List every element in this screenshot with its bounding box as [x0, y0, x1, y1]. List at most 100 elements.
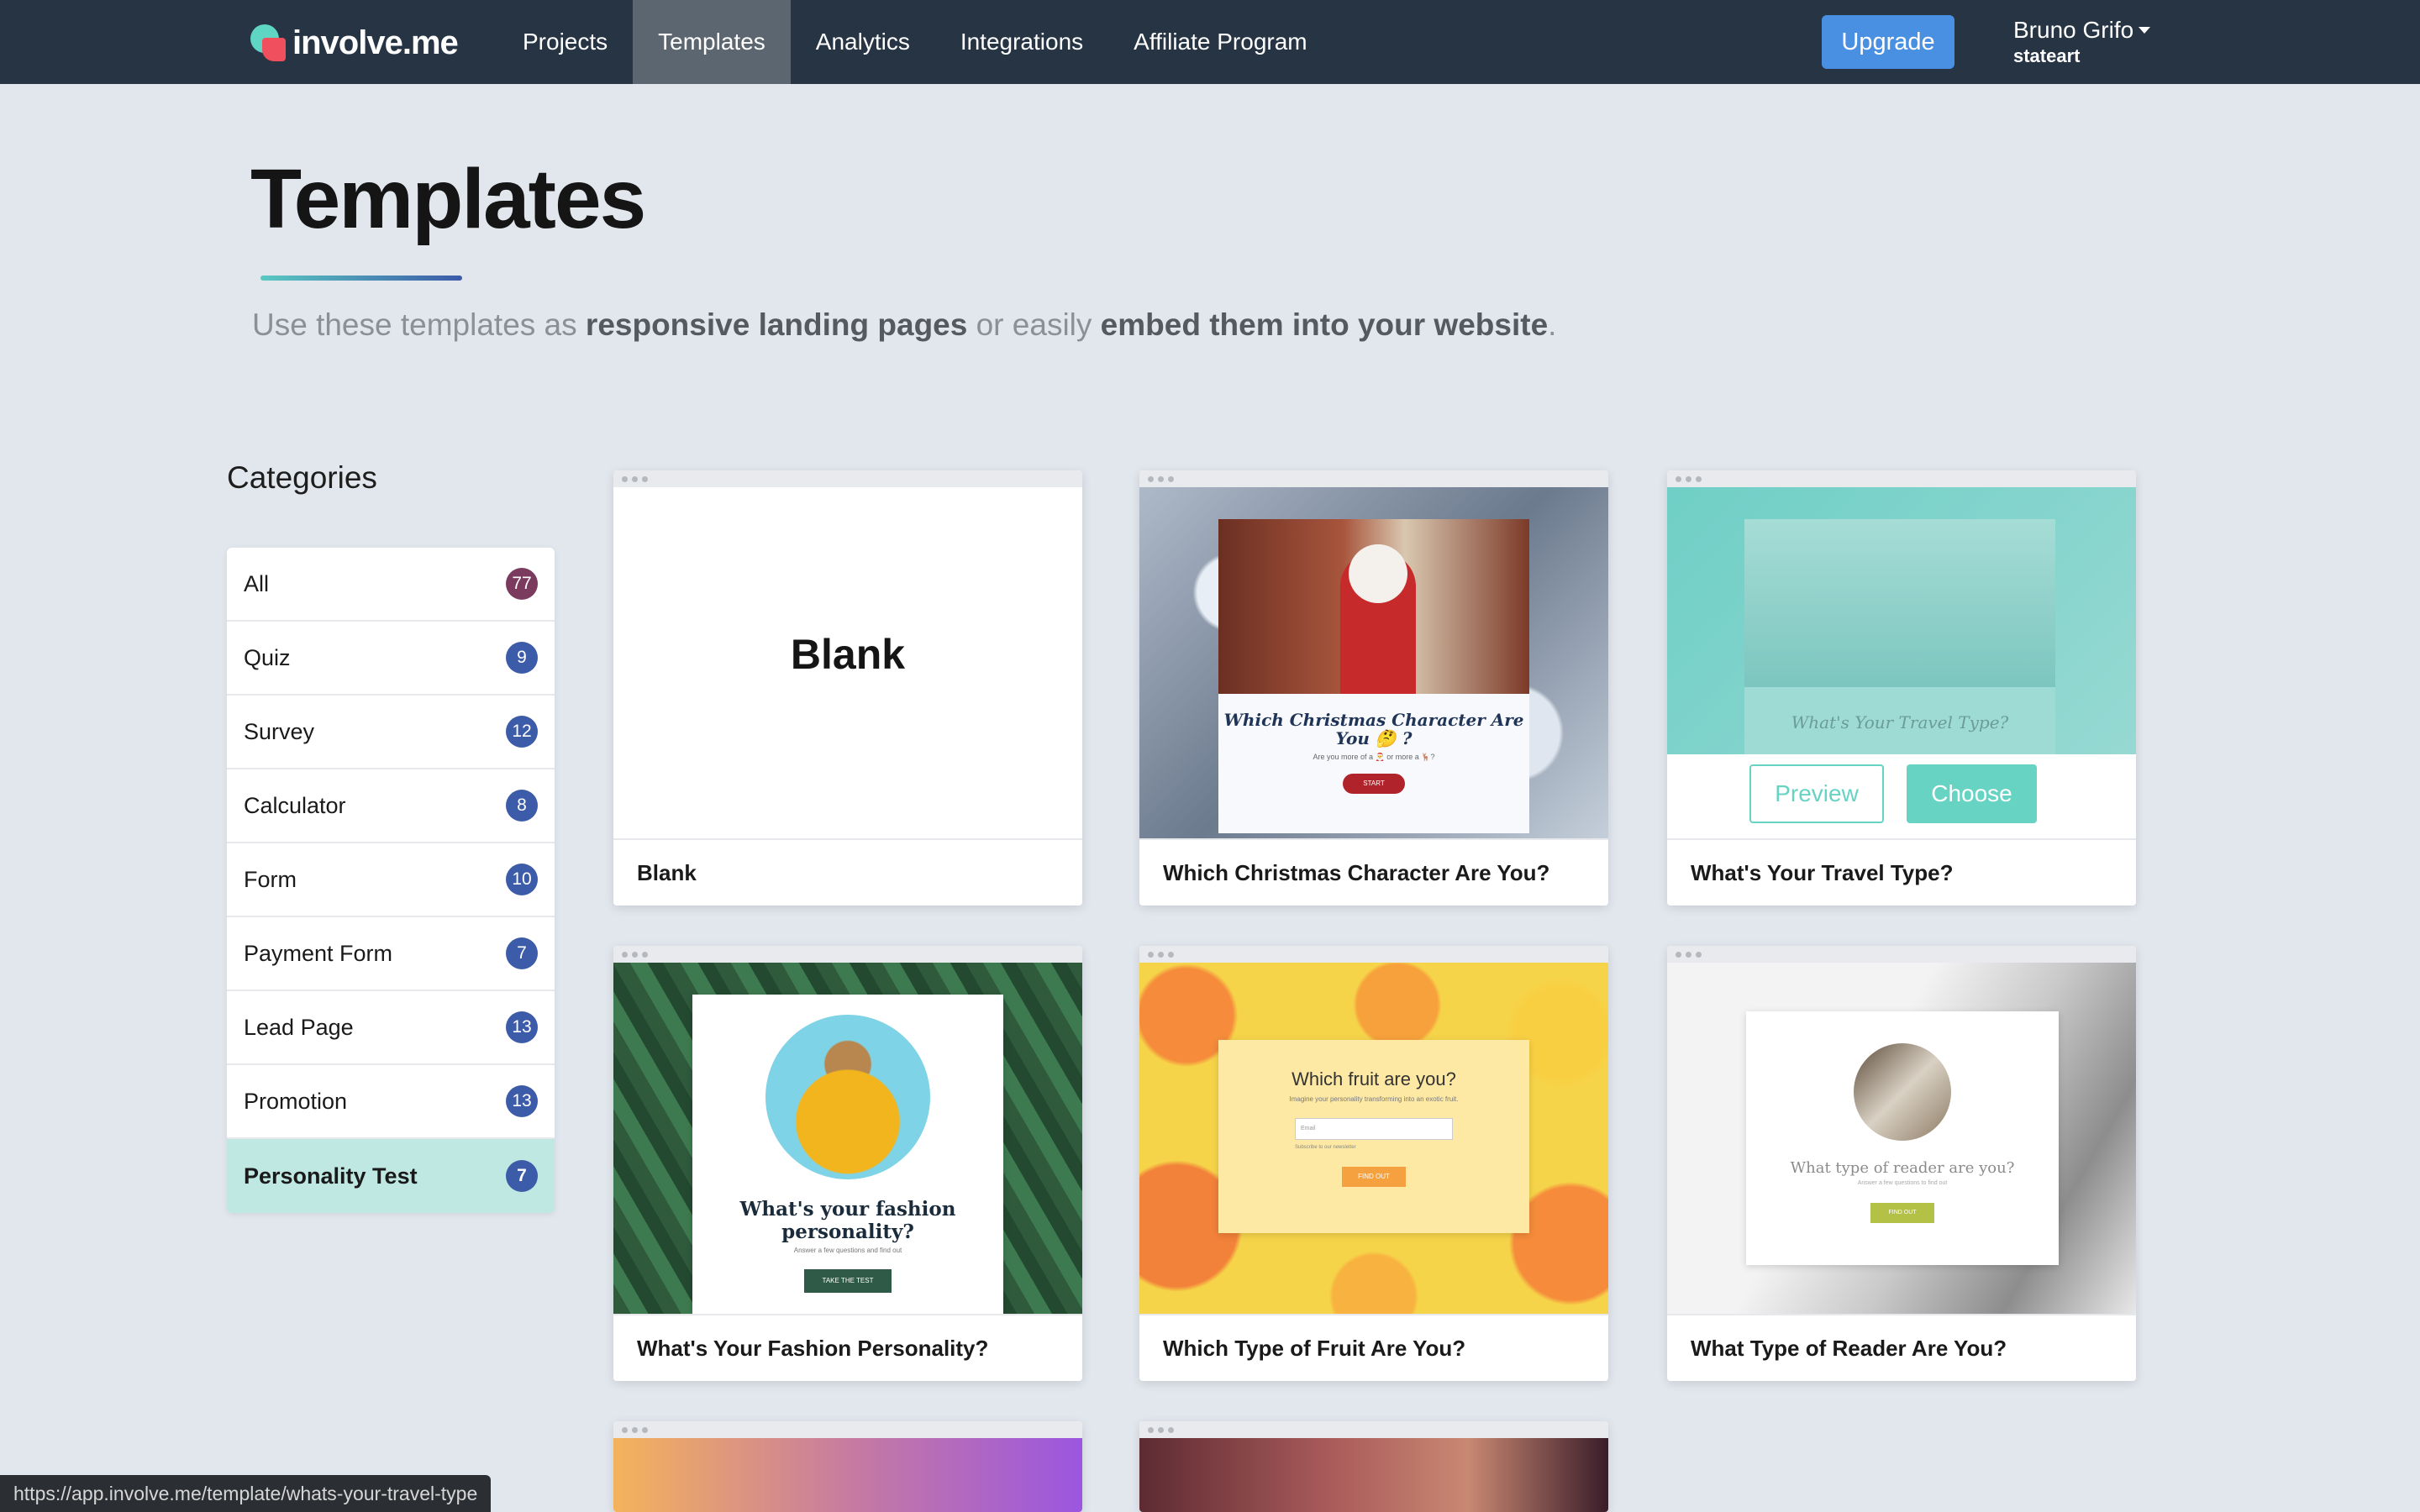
- choose-button[interactable]: Choose: [1907, 764, 2037, 823]
- thumbnail-title: Which Christmas Character Are You 🤔 ?: [1223, 710, 1524, 748]
- template-thumbnail[interactable]: What's Your Travel Type? Preview Choose: [1667, 487, 2136, 838]
- top-navbar: involve.me Projects Templates Analytics …: [0, 0, 2420, 84]
- thumbnail-subtitle: Imagine your personality transforming in…: [1289, 1095, 1459, 1103]
- browser-bar: [613, 1421, 1082, 1438]
- category-count-badge: 13: [506, 1011, 538, 1043]
- template-card-blank[interactable]: Blank Blank: [613, 470, 1082, 906]
- thumbnail-checkbox-label: Subscribe to our newsletter: [1295, 1145, 1356, 1150]
- subtitle-part-2: or easily: [967, 307, 1101, 342]
- user-workspace: stateart: [2013, 45, 2081, 66]
- caret-down-icon: [2139, 27, 2151, 34]
- nav-item-analytics[interactable]: Analytics: [791, 0, 935, 84]
- browser-bar: [1139, 946, 1608, 963]
- template-thumbnail[interactable]: Which Christmas Character Are You 🤔 ? Ar…: [1139, 487, 1608, 838]
- thumbnail-start-button: TAKE THE TEST: [804, 1269, 892, 1293]
- thumbnail-title: What's your fashion personality?: [739, 1198, 956, 1243]
- category-label: Quiz: [244, 644, 291, 670]
- thumbnail-start-button: FIND OUT: [1870, 1203, 1934, 1223]
- category-label: Promotion: [244, 1088, 348, 1114]
- thumbnail-start-button: FIND OUT: [1342, 1167, 1406, 1187]
- page-subtitle: Use these templates as responsive landin…: [252, 307, 1556, 343]
- template-card-partial-1[interactable]: [613, 1421, 1082, 1512]
- category-promotion[interactable]: Promotion 13: [227, 1065, 555, 1139]
- user-name-row[interactable]: Bruno Grifo: [2013, 17, 2151, 44]
- nav-item-templates[interactable]: Templates: [633, 0, 791, 84]
- template-title: What's Your Travel Type?: [1667, 838, 2136, 906]
- thumbnail-panel: Which fruit are you? Imagine your person…: [1218, 1040, 1529, 1233]
- template-card-reader-type[interactable]: What type of reader are you? Answer a fe…: [1667, 946, 2136, 1381]
- category-count-badge: 7: [506, 1160, 538, 1192]
- thumbnail-panel: What's your fashion personality? Answer …: [692, 995, 1003, 1314]
- category-count-badge: 9: [506, 642, 538, 674]
- involve-me-logo[interactable]: involve.me: [250, 24, 459, 62]
- category-survey[interactable]: Survey 12: [227, 696, 555, 769]
- template-card-christmas-character[interactable]: Which Christmas Character Are You 🤔 ? Ar…: [1139, 470, 1608, 906]
- category-count-badge: 77: [506, 568, 538, 600]
- template-card-fashion-personality[interactable]: What's your fashion personality? Answer …: [613, 946, 1082, 1381]
- user-menu[interactable]: Bruno Grifo stateart: [2013, 17, 2151, 67]
- category-label: Lead Page: [244, 1014, 354, 1040]
- category-lead-page[interactable]: Lead Page 13: [227, 991, 555, 1065]
- gradient-background: [613, 1438, 1082, 1512]
- category-label: All: [244, 570, 270, 596]
- browser-bar: [613, 470, 1082, 487]
- thumbnail-start-button: START: [1343, 774, 1405, 794]
- template-title: Which Christmas Character Are You?: [1139, 838, 1608, 906]
- night-background-image: [1139, 1438, 1608, 1512]
- category-label: Form: [244, 866, 297, 892]
- thumbnail-title: Blank: [790, 631, 906, 678]
- category-count-badge: 7: [506, 937, 538, 969]
- thumbnail-email-placeholder: Email: [1301, 1126, 1316, 1131]
- thumbnail-panel: What type of reader are you? Answer a fe…: [1746, 1011, 2059, 1265]
- category-label: Calculator: [244, 792, 346, 818]
- template-thumbnail[interactable]: What's your fashion personality? Answer …: [613, 963, 1082, 1314]
- template-title: What Type of Reader Are You?: [1667, 1314, 2136, 1381]
- upgrade-button[interactable]: Upgrade: [1822, 15, 1954, 69]
- category-personality-test[interactable]: Personality Test 7: [227, 1139, 555, 1213]
- category-quiz[interactable]: Quiz 9: [227, 622, 555, 696]
- thumbnail-title: Which fruit are you?: [1292, 1068, 1456, 1089]
- template-thumbnail[interactable]: What type of reader are you? Answer a fe…: [1667, 963, 2136, 1314]
- thumbnail-subtitle: Answer a few questions to find out: [1857, 1180, 1948, 1186]
- title-underline: [260, 276, 462, 281]
- template-thumbnail[interactable]: [613, 1438, 1082, 1512]
- template-card-fruit[interactable]: Which fruit are you? Imagine your person…: [1139, 946, 1608, 1381]
- category-form[interactable]: Form 10: [227, 843, 555, 917]
- template-card-travel-type[interactable]: What's Your Travel Type? Preview Choose …: [1667, 470, 2136, 906]
- page-title: Templates: [250, 152, 646, 246]
- category-count-badge: 10: [506, 864, 538, 895]
- browser-status-url: https://app.involve.me/template/whats-yo…: [0, 1475, 492, 1512]
- category-count-badge: 13: [506, 1085, 538, 1117]
- reader-image: [1854, 1043, 1951, 1141]
- nav-item-integrations[interactable]: Integrations: [935, 0, 1108, 84]
- thumbnail-subtitle: Are you more of a 🎅 or more a 🦌?: [1313, 753, 1435, 761]
- user-name: Bruno Grifo: [2013, 17, 2134, 43]
- category-payment-form[interactable]: Payment Form 7: [227, 917, 555, 991]
- preview-button[interactable]: Preview: [1749, 764, 1884, 823]
- browser-bar: [1667, 470, 2136, 487]
- nav-item-affiliate-program[interactable]: Affiliate Program: [1108, 0, 1332, 84]
- template-card-partial-2[interactable]: [1139, 1421, 1608, 1512]
- thumbnail-title: What's Your Travel Type?: [1791, 712, 2009, 732]
- template-thumbnail[interactable]: [1139, 1438, 1608, 1512]
- browser-bar: [1139, 470, 1608, 487]
- subtitle-part-3: .: [1548, 307, 1557, 342]
- thumbnail-subtitle: Answer a few questions and find out: [793, 1247, 902, 1254]
- browser-bar: [1139, 1421, 1608, 1438]
- category-count-badge: 8: [506, 790, 538, 822]
- logo-text: involve.me: [292, 24, 459, 61]
- template-thumbnail[interactable]: Blank: [613, 487, 1082, 838]
- template-thumbnail[interactable]: Which fruit are you? Imagine your person…: [1139, 963, 1608, 1314]
- template-title: Which Type of Fruit Are You?: [1139, 1314, 1608, 1381]
- template-title: What's Your Fashion Personality?: [613, 1314, 1082, 1381]
- category-label: Survey: [244, 718, 315, 744]
- nav-item-projects[interactable]: Projects: [497, 0, 633, 84]
- thumbnail-email-input: Email: [1295, 1118, 1453, 1140]
- hover-action-bar: [1667, 754, 2136, 838]
- category-all[interactable]: All 77: [227, 548, 555, 622]
- category-calculator[interactable]: Calculator 8: [227, 769, 555, 843]
- category-count-badge: 12: [506, 716, 538, 748]
- browser-bar: [613, 946, 1082, 963]
- thumbnail-panel: Which Christmas Character Are You 🤔 ? Ar…: [1218, 694, 1529, 833]
- category-label: Personality Test: [244, 1163, 418, 1189]
